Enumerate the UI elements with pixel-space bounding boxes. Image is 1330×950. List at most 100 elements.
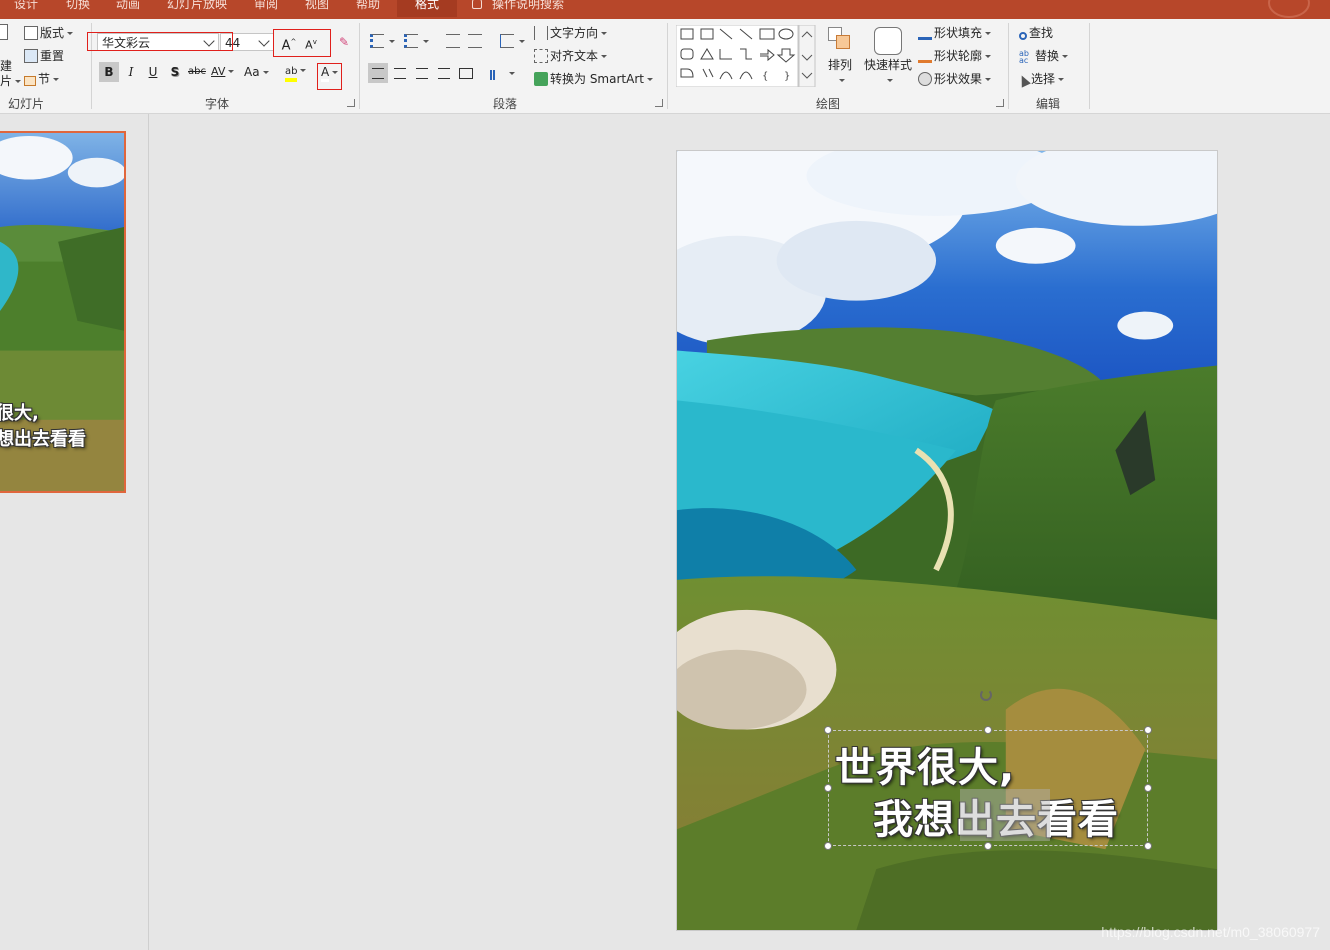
resize-handle-s[interactable] bbox=[984, 842, 992, 850]
ribbon: 建 片 版式 重置 节 幻灯片 华文彩云 44 A^ Av ✎ B I U S … bbox=[0, 19, 1330, 114]
distributed-icon bbox=[459, 68, 473, 79]
replace-button[interactable]: ab ac 替换 bbox=[1019, 46, 1069, 66]
resize-handle-w[interactable] bbox=[824, 784, 832, 792]
divider bbox=[1008, 23, 1009, 109]
clear-formatting-icon[interactable]: ✎ bbox=[334, 32, 354, 52]
shadow-button[interactable]: S bbox=[165, 62, 185, 82]
paint-bucket-icon bbox=[918, 26, 932, 40]
resize-handle-nw[interactable] bbox=[824, 726, 832, 734]
resize-handle-ne[interactable] bbox=[1144, 726, 1152, 734]
search-icon bbox=[1019, 32, 1027, 40]
bullets-button[interactable] bbox=[370, 31, 395, 51]
slides-group-label: 幻灯片 bbox=[8, 97, 45, 111]
cursor-arrow-icon bbox=[1017, 73, 1031, 88]
tab-help[interactable]: 帮助 bbox=[356, 0, 380, 17]
tab-view[interactable]: 视图 bbox=[305, 0, 329, 17]
arrange-icon[interactable] bbox=[828, 27, 852, 51]
text-direction-button[interactable]: 文字方向 bbox=[534, 23, 608, 43]
quick-styles-button[interactable]: 快速样式 bbox=[864, 55, 912, 75]
increase-indent-button[interactable] bbox=[468, 31, 484, 51]
text-selection-highlight bbox=[960, 789, 1050, 841]
watermark: https://blog.csdn.net/m0_38060977 bbox=[1101, 924, 1320, 940]
align-left-icon bbox=[372, 68, 384, 79]
reset-button[interactable]: 重置 bbox=[24, 46, 64, 66]
new-slide-label-bottom[interactable]: 片 bbox=[0, 71, 22, 91]
shape-outline-button[interactable]: 形状轮廓 bbox=[918, 46, 992, 66]
highlight-color-button[interactable]: ab bbox=[285, 62, 307, 82]
distributed-button[interactable] bbox=[456, 63, 476, 83]
paragraph-group-label: 段落 bbox=[493, 97, 518, 111]
font-group-label: 字体 bbox=[205, 97, 230, 111]
divider bbox=[1089, 23, 1090, 109]
italic-button[interactable]: I bbox=[121, 62, 141, 82]
find-button[interactable]: 查找 bbox=[1019, 23, 1053, 43]
justify-icon bbox=[438, 68, 450, 79]
new-slide-partial-icon[interactable] bbox=[0, 23, 10, 43]
chevron-down-icon[interactable] bbox=[258, 35, 270, 47]
rotate-handle-icon[interactable] bbox=[980, 689, 992, 701]
columns-button[interactable] bbox=[490, 63, 515, 83]
align-text-icon bbox=[534, 49, 548, 63]
paragraph-dialog-launcher[interactable] bbox=[655, 99, 663, 107]
font-dialog-launcher[interactable] bbox=[347, 99, 355, 107]
resize-handle-se[interactable] bbox=[1144, 842, 1152, 850]
tab-slideshow[interactable]: 幻灯片放映 bbox=[167, 0, 227, 17]
align-right-button[interactable] bbox=[412, 63, 432, 83]
highlight-box bbox=[87, 32, 233, 51]
tab-format[interactable]: 格式 bbox=[397, 0, 457, 17]
change-case-button[interactable]: Aa bbox=[244, 62, 269, 82]
shape-effects-button[interactable]: 形状效果 bbox=[918, 69, 992, 89]
tab-design[interactable]: 设计 bbox=[14, 0, 38, 17]
slide-canvas[interactable]: 世界很大, 我想出去看看 bbox=[676, 150, 1218, 931]
drawing-group-label: 绘图 bbox=[816, 97, 841, 111]
tab-animations[interactable]: 动画 bbox=[116, 0, 140, 17]
shape-fill-button[interactable]: 形状填充 bbox=[918, 23, 992, 43]
align-center-icon bbox=[394, 68, 406, 79]
convert-smartart-button[interactable]: 转换为 SmartArt bbox=[534, 69, 653, 89]
smartart-icon bbox=[534, 72, 548, 86]
numbering-button[interactable] bbox=[404, 31, 429, 51]
divider bbox=[667, 23, 668, 109]
account-icon[interactable] bbox=[1268, 0, 1310, 18]
bullets-icon bbox=[370, 34, 384, 48]
layout-icon bbox=[24, 26, 38, 40]
highlight-box bbox=[273, 29, 331, 57]
slide-thumbnail-1[interactable]: 很大, 想出去看看 bbox=[0, 131, 126, 493]
slide-title-line1[interactable]: 世界很大, bbox=[835, 735, 1015, 793]
drawing-dialog-launcher[interactable] bbox=[996, 99, 1004, 107]
tab-review[interactable]: 审阅 bbox=[254, 0, 278, 17]
bold-button[interactable]: B bbox=[99, 62, 119, 82]
align-right-icon bbox=[416, 68, 428, 79]
resize-handle-n[interactable] bbox=[984, 726, 992, 734]
numbering-icon bbox=[404, 34, 418, 48]
shape-effects-icon bbox=[918, 72, 932, 86]
highlighter-icon: ab bbox=[285, 66, 298, 82]
resize-handle-sw[interactable] bbox=[824, 842, 832, 850]
justify-button[interactable] bbox=[434, 63, 454, 83]
quick-styles-caret[interactable] bbox=[887, 79, 893, 82]
arrange-button[interactable]: 排列 bbox=[828, 55, 852, 75]
underline-button[interactable]: U bbox=[143, 62, 163, 82]
editing-group-label: 编辑 bbox=[1036, 97, 1061, 111]
section-button[interactable]: 节 bbox=[24, 69, 60, 89]
strikethrough-button[interactable]: abc bbox=[187, 62, 207, 82]
tell-me-search[interactable]: 操作说明搜索 bbox=[472, 0, 564, 17]
thumbnail-title-line2: 想出去看看 bbox=[0, 429, 86, 450]
align-left-button[interactable] bbox=[368, 63, 388, 83]
line-spacing-button[interactable] bbox=[500, 31, 525, 51]
resize-handle-e[interactable] bbox=[1144, 784, 1152, 792]
decrease-indent-button[interactable] bbox=[446, 31, 462, 51]
character-spacing-button[interactable]: AV bbox=[211, 62, 235, 82]
svg-text:}: } bbox=[784, 71, 790, 82]
tab-transitions[interactable]: 切换 bbox=[66, 0, 90, 17]
thumbnail-title-line1: 很大, bbox=[0, 403, 39, 424]
arrange-caret[interactable] bbox=[839, 79, 845, 82]
quick-styles-icon[interactable] bbox=[874, 27, 902, 55]
shapes-gallery[interactable]: {} bbox=[676, 25, 816, 87]
align-text-button[interactable]: 对齐文本 bbox=[534, 46, 608, 66]
layout-button[interactable]: 版式 bbox=[24, 23, 74, 43]
select-button[interactable]: 选择 bbox=[1017, 69, 1065, 89]
indent-right-icon bbox=[468, 34, 482, 48]
indent-left-icon bbox=[446, 34, 460, 48]
align-center-button[interactable] bbox=[390, 63, 410, 83]
